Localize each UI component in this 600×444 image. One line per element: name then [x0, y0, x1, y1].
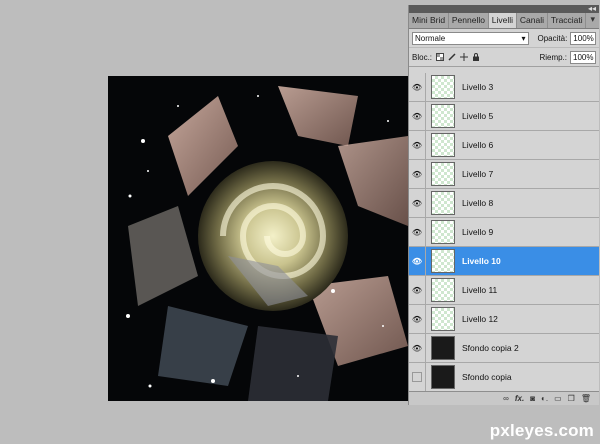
chevron-down-icon: ▾: [521, 33, 526, 43]
layer-thumbnail: [431, 278, 455, 302]
artwork-image: [108, 76, 408, 401]
layer-row[interactable]: 👁 Livello 5: [409, 102, 599, 131]
eye-icon[interactable]: 👁: [409, 218, 426, 246]
layer-name: Livello 12: [462, 314, 498, 324]
layer-name: Livello 10: [462, 256, 501, 266]
eye-icon[interactable]: 👁: [409, 102, 426, 130]
layer-thumbnail: [431, 75, 455, 99]
lock-row: Bloc.: Riemp.: 100%: [409, 48, 599, 67]
tab-paths[interactable]: Tracciati: [548, 13, 587, 28]
tab-brush[interactable]: Pennello: [449, 13, 489, 28]
layer-name: Livello 7: [462, 169, 494, 179]
folder-icon[interactable]: ▭: [554, 394, 562, 403]
layer-thumbnail: [431, 307, 455, 331]
fill-value: 100%: [573, 52, 594, 62]
eye-icon[interactable]: 👁: [409, 131, 426, 159]
fill-label: Riemp.:: [539, 52, 567, 62]
layer-row[interactable]: 👁 Livello 8: [409, 189, 599, 218]
layer-row[interactable]: 👁 Livello 11: [409, 276, 599, 305]
panel-title-bar[interactable]: ◂◂: [409, 4, 599, 13]
eye-icon[interactable]: 👁: [409, 73, 426, 101]
layer-row-selected[interactable]: 👁 Livello 10: [409, 247, 599, 276]
layer-thumbnail: [431, 220, 455, 244]
tab-mini-bridge[interactable]: Mini Brid: [409, 13, 449, 28]
layer-row[interactable]: 👁 Livello 9: [409, 218, 599, 247]
layer-name: Livello 5: [462, 111, 494, 121]
tab-channels[interactable]: Canali: [517, 13, 548, 28]
tab-layers[interactable]: Livelli: [488, 13, 517, 28]
layer-row[interactable]: 👁 Livello 3: [409, 73, 599, 102]
layer-thumbnail: [431, 104, 455, 128]
eye-icon[interactable]: 👁: [409, 334, 426, 362]
eye-icon[interactable]: 👁: [409, 189, 426, 217]
eye-icon[interactable]: 👁: [409, 160, 426, 188]
eye-toggle-off[interactable]: [409, 363, 426, 391]
trash-icon[interactable]: 🗑: [581, 394, 591, 403]
layer-name: Livello 8: [462, 198, 494, 208]
layer-thumbnail: [431, 162, 455, 186]
document-canvas[interactable]: [108, 76, 408, 401]
mask-icon[interactable]: ◙: [530, 394, 535, 403]
layer-name: Sfondo copia 2: [462, 343, 519, 353]
layer-row[interactable]: Sfondo copia: [409, 363, 599, 391]
eye-icon[interactable]: 👁: [409, 305, 426, 333]
layer-name: Sfondo copia: [462, 372, 512, 382]
lock-brush-icon[interactable]: [448, 53, 456, 61]
layers-bottom-bar: ∞ fx. ◙ ◐. ▭ ❐ 🗑: [409, 391, 599, 405]
opacity-value: 100%: [573, 33, 594, 43]
blend-row: Normale ▾ Opacità: 100%: [409, 29, 599, 48]
eye-icon[interactable]: 👁: [409, 247, 426, 275]
layer-name: Livello 3: [462, 82, 494, 92]
layers-panel: ◂◂ Mini Brid Pennello Livelli Canali Tra…: [408, 4, 599, 405]
opacity-field[interactable]: 100%: [570, 31, 596, 45]
layer-thumbnail: [431, 336, 455, 360]
layer-row[interactable]: 👁 Livello 6: [409, 131, 599, 160]
adjustment-icon[interactable]: ◐.: [541, 394, 548, 403]
lock-move-icon[interactable]: [460, 53, 469, 61]
layer-name: Livello 6: [462, 140, 494, 150]
fill-field[interactable]: 100%: [570, 50, 596, 64]
new-layer-icon[interactable]: ❐: [568, 394, 575, 403]
layer-name: Livello 9: [462, 227, 494, 237]
layer-thumbnail: [431, 365, 455, 389]
opacity-label: Opacità:: [537, 33, 568, 43]
watermark: pxleyes.com: [489, 421, 594, 440]
panel-tabs: Mini Brid Pennello Livelli Canali Tracci…: [409, 13, 599, 29]
blend-mode-value: Normale: [415, 33, 446, 43]
layer-thumbnail: [431, 191, 455, 215]
layer-thumbnail: [431, 133, 455, 157]
fx-icon[interactable]: fx.: [515, 394, 524, 403]
layer-row[interactable]: 👁 Sfondo copia 2: [409, 334, 599, 363]
lock-all-icon[interactable]: [472, 53, 480, 61]
layer-list: 👁 Livello 3 👁 Livello 5 👁 Livello 6 👁 Li…: [409, 73, 599, 391]
lock-transparency-icon[interactable]: [436, 53, 445, 61]
layer-row[interactable]: 👁 Livello 7: [409, 160, 599, 189]
collapse-icon[interactable]: ◂◂: [588, 4, 596, 13]
panel-menu-icon[interactable]: ▾: [586, 13, 599, 28]
blend-mode-select[interactable]: Normale ▾: [412, 31, 529, 45]
layer-row[interactable]: 👁 Livello 12: [409, 305, 599, 334]
layer-thumbnail: [431, 249, 455, 273]
layer-name: Livello 11: [462, 285, 498, 295]
lock-label: Bloc.:: [412, 52, 433, 62]
link-icon[interactable]: ∞: [503, 394, 509, 403]
eye-icon[interactable]: 👁: [409, 276, 426, 304]
